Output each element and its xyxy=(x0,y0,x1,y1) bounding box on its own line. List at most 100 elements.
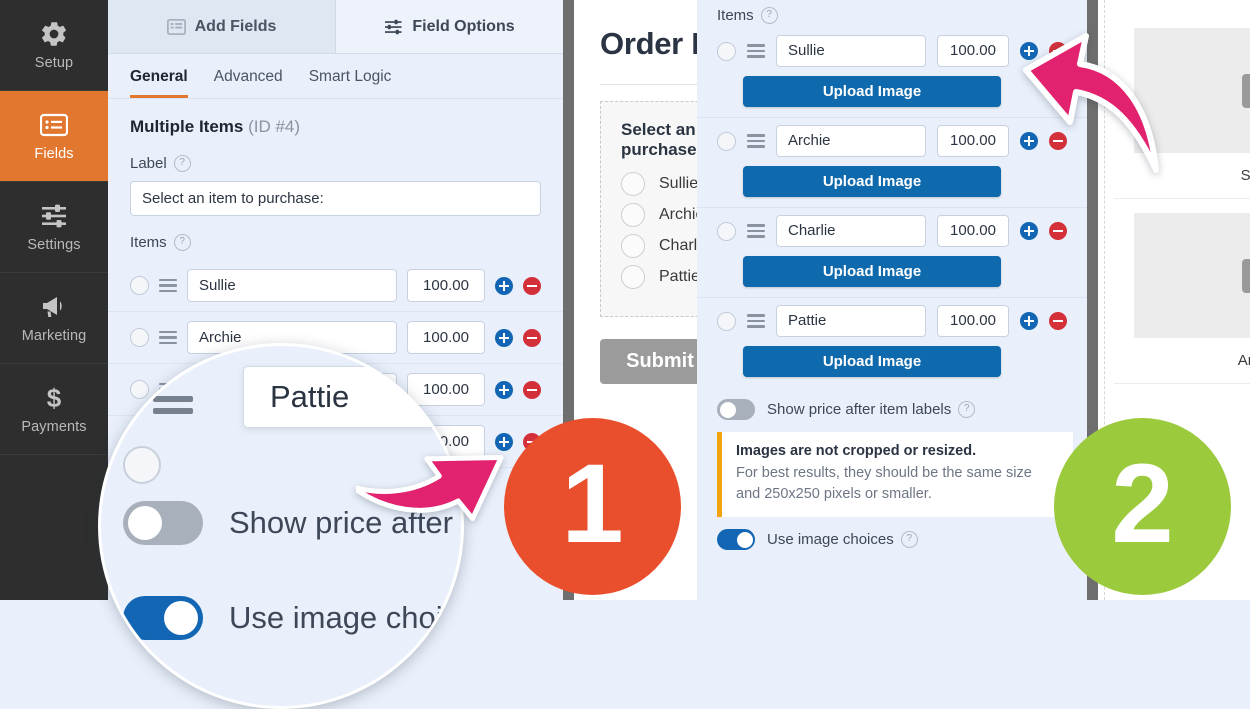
preview-radio[interactable] xyxy=(621,172,645,196)
item-price-input[interactable]: 100.00 xyxy=(937,305,1009,337)
list-icon xyxy=(39,110,69,140)
item-radio[interactable] xyxy=(717,131,736,151)
add-item-button[interactable] xyxy=(495,276,513,295)
magnified-item-name-input[interactable]: Pattie xyxy=(243,366,461,428)
preview-radio[interactable] xyxy=(621,265,645,289)
help-icon[interactable]: ? xyxy=(900,531,918,549)
list-item[interactable]: Sullie xyxy=(621,172,697,196)
sidebar-item-setup[interactable]: Setup xyxy=(0,0,108,91)
upload-image-button[interactable]: Upload Image xyxy=(743,256,1001,287)
help-icon[interactable]: ? xyxy=(173,234,191,251)
item-radio[interactable] xyxy=(130,276,149,295)
field-title-text: Multiple Items xyxy=(130,117,244,136)
sidebar-item-label: Setup xyxy=(34,55,74,72)
gear-icon xyxy=(39,19,69,49)
drag-handle-icon[interactable] xyxy=(747,134,765,148)
remove-item-button[interactable] xyxy=(1049,312,1067,330)
item-radio[interactable] xyxy=(717,41,736,61)
add-item-button[interactable] xyxy=(495,380,513,399)
list-item[interactable]: Pattie xyxy=(621,265,697,289)
label-input[interactable]: Select an item to purchase: xyxy=(130,181,541,216)
callout-badge-one: 1 xyxy=(504,418,681,595)
show-price-toggle[interactable] xyxy=(717,399,755,420)
label-group: Label ? Select an item to purchase: xyxy=(108,137,563,216)
subtab-smart-logic[interactable]: Smart Logic xyxy=(309,68,392,98)
drag-handle-icon[interactable] xyxy=(159,278,177,293)
label-text: Items xyxy=(717,7,754,24)
sidebar-item-label: Settings xyxy=(27,237,81,254)
sidebar-item-payments[interactable]: $ Payments xyxy=(0,364,108,455)
image-placeholder-icon xyxy=(1242,258,1250,293)
item-radio[interactable] xyxy=(130,328,149,347)
list-item[interactable]: Archie xyxy=(1114,199,1250,384)
drag-handle-icon[interactable] xyxy=(747,44,765,58)
subtab-advanced[interactable]: Advanced xyxy=(214,68,283,98)
right-use-images-toggle-row: Use image choices ? xyxy=(697,517,1087,562)
add-item-button[interactable] xyxy=(1020,312,1038,330)
item-price-input[interactable]: 100.00 xyxy=(937,125,1009,157)
magnified-item-radio[interactable] xyxy=(123,446,161,484)
drag-handle-icon[interactable] xyxy=(159,330,177,345)
sidebar-item-marketing[interactable]: Marketing xyxy=(0,273,108,364)
submit-button[interactable]: Submit xyxy=(600,339,697,384)
help-icon[interactable]: ? xyxy=(173,155,191,172)
add-item-button[interactable] xyxy=(1020,222,1038,240)
tab-label: Add Fields xyxy=(194,17,277,35)
show-price-label: Show price after item labels ? xyxy=(767,401,976,418)
sliders-icon xyxy=(39,201,69,231)
sidebar-item-settings[interactable]: Settings xyxy=(0,182,108,273)
remove-item-button[interactable] xyxy=(1049,222,1067,240)
preview-field-box[interactable]: Select an item to purchase: Sullie Archi… xyxy=(600,101,697,317)
remove-item-button[interactable] xyxy=(523,328,541,347)
drag-handle-icon[interactable] xyxy=(747,314,765,328)
item-radio[interactable] xyxy=(717,311,736,331)
image-choice-caption: Archie xyxy=(1237,352,1250,369)
magnified-use-images-label: Use image choices xyxy=(229,600,461,635)
field-id: (ID #4) xyxy=(248,117,301,136)
callout-badge-two: 2 xyxy=(1054,418,1231,595)
magnified-use-images-toggle-row: Use image choices xyxy=(123,596,461,640)
megaphone-icon xyxy=(39,292,69,322)
help-icon[interactable]: ? xyxy=(958,401,976,418)
drag-handle-icon[interactable] xyxy=(747,224,765,238)
preview-choice-label: Archie xyxy=(659,206,697,223)
help-icon[interactable]: ? xyxy=(760,7,778,24)
list-item[interactable]: Charlie xyxy=(621,234,697,258)
add-item-button[interactable] xyxy=(495,328,513,347)
item-price-input[interactable]: 100.00 xyxy=(937,35,1009,67)
item-price-input[interactable]: 100.00 xyxy=(407,269,485,302)
preview-question-label: Select an item to purchase: xyxy=(621,120,697,159)
use-image-choices-toggle[interactable] xyxy=(717,529,755,551)
tab-field-options[interactable]: Field Options xyxy=(336,0,563,53)
callout-arrow-two xyxy=(1010,30,1200,200)
upload-image-button[interactable]: Upload Image xyxy=(743,76,1001,107)
sidebar-item-label: Marketing xyxy=(21,328,87,345)
items-group-label: Items ? xyxy=(130,234,541,251)
item-name-input[interactable]: Archie xyxy=(776,125,926,157)
upload-image-button[interactable]: Upload Image xyxy=(743,346,1001,377)
panel-tabbar: Add Fields Field Options xyxy=(108,0,563,54)
field-options-icon xyxy=(384,19,403,35)
label-text: Items xyxy=(130,234,167,251)
items-group: Items ? xyxy=(108,216,563,251)
subtab-general[interactable]: General xyxy=(130,68,188,98)
item-name-input[interactable]: Sullie xyxy=(776,35,926,67)
item-name-input[interactable]: Sullie xyxy=(187,269,397,302)
item-name-input[interactable]: Pattie xyxy=(776,305,926,337)
item-name-input[interactable]: Charlie xyxy=(776,215,926,247)
item-line: Pattie 100.00 xyxy=(717,305,1067,337)
preview-choice-label: Charlie xyxy=(659,237,697,254)
list-item[interactable]: Archie xyxy=(621,203,697,227)
item-price-input[interactable]: 100.00 xyxy=(937,215,1009,247)
preview-choice-label: Sullie xyxy=(659,175,697,192)
upload-image-button[interactable]: Upload Image xyxy=(743,166,1001,197)
item-radio[interactable] xyxy=(717,221,736,241)
preview-radio[interactable] xyxy=(621,203,645,227)
magnified-show-price-toggle[interactable] xyxy=(123,501,203,545)
tab-add-fields[interactable]: Add Fields xyxy=(108,0,336,53)
sidebar-item-fields[interactable]: Fields xyxy=(0,91,108,182)
remove-item-button[interactable] xyxy=(523,380,541,399)
remove-item-button[interactable] xyxy=(523,276,541,295)
preview-radio[interactable] xyxy=(621,234,645,258)
magnified-use-image-choices-toggle[interactable] xyxy=(123,596,203,640)
